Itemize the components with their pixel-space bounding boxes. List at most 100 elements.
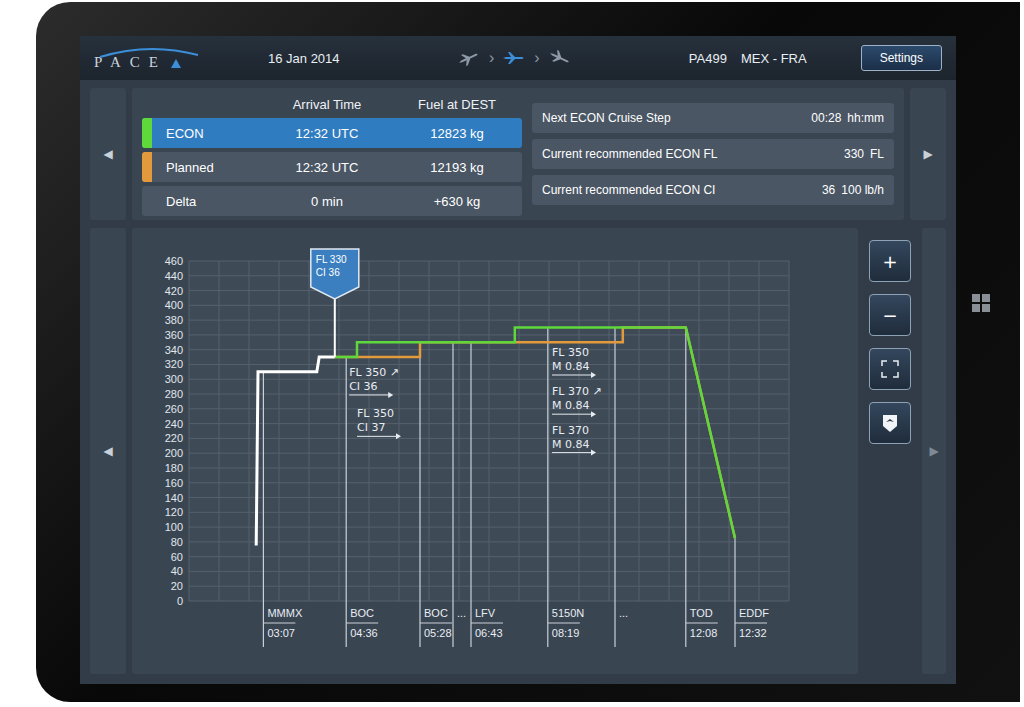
waypoint-time: 08:19 bbox=[552, 627, 580, 639]
column-header: Fuel at DEST bbox=[392, 97, 522, 112]
climb-plane-icon[interactable] bbox=[455, 48, 483, 68]
stage: PACE 16 Jan 2014 ›› PA499 MEX - FRA Sett… bbox=[0, 0, 1024, 707]
waypoint-name: TOD bbox=[690, 607, 713, 619]
summary-row[interactable]: Planned 12:32 UTC 12193 kg bbox=[142, 152, 522, 182]
flight-number: PA499 bbox=[689, 51, 727, 66]
summary-row[interactable]: Delta 0 min +630 kg bbox=[142, 186, 522, 216]
row-label: ECON bbox=[142, 118, 262, 148]
current-position-callout[interactable]: FL 330CI 36 bbox=[311, 249, 359, 357]
chart-next-button[interactable]: ▶ bbox=[922, 228, 946, 674]
y-tick: 420 bbox=[165, 285, 183, 297]
row-marker bbox=[142, 152, 152, 182]
y-tick: 200 bbox=[165, 447, 183, 459]
grid-line bbox=[249, 261, 250, 601]
grid-line bbox=[189, 261, 190, 601]
zoom-out-button[interactable]: − bbox=[869, 294, 911, 336]
waypoint-name: EDDF bbox=[739, 607, 769, 619]
info-value: 00:28hh:mm bbox=[811, 111, 884, 125]
step-annotation: FL 350 ↗CI 36 bbox=[349, 366, 399, 398]
info-row: Next ECON Cruise Step 00:28hh:mm bbox=[532, 103, 894, 133]
phase-separator: › bbox=[489, 49, 494, 67]
annotation-text: M 0.84 bbox=[552, 399, 589, 412]
annotation-text: CI 36 bbox=[349, 380, 377, 393]
windows-logo-icon[interactable] bbox=[972, 294, 990, 312]
arrow-icon bbox=[552, 375, 592, 376]
arrow-icon bbox=[357, 436, 397, 437]
fuel-at-dest: 12193 kg bbox=[392, 152, 522, 182]
waypoint-time: 12:32 bbox=[739, 627, 767, 639]
grid-line bbox=[489, 261, 490, 601]
waypoint[interactable]: MMMX03:07 bbox=[263, 372, 302, 647]
planned-profile-line bbox=[335, 328, 735, 539]
y-tick: 240 bbox=[165, 418, 183, 430]
waypoint-name: 5150N bbox=[552, 607, 584, 619]
info-row: Current recommended ECON CI 36100 lb/h bbox=[532, 175, 894, 205]
waypoint-name: ... bbox=[619, 607, 628, 619]
column-header: Arrival Time bbox=[262, 97, 392, 112]
fit-frame-icon bbox=[881, 360, 899, 378]
arrow-icon bbox=[552, 414, 592, 415]
route: MEX - FRA bbox=[741, 51, 807, 66]
logo-swoosh-icon bbox=[94, 46, 204, 58]
y-tick: 160 bbox=[165, 477, 183, 489]
summary-prev-button[interactable]: ◀ bbox=[90, 88, 126, 220]
row-label: Planned bbox=[142, 152, 262, 182]
step-annotation: FL 370M 0.84 bbox=[552, 424, 596, 456]
zoom-in-button[interactable]: + bbox=[869, 240, 911, 282]
y-tick: 340 bbox=[165, 344, 183, 356]
logo: PACE bbox=[94, 46, 214, 71]
fit-button[interactable] bbox=[869, 348, 911, 390]
waypoint[interactable]: TOD12:08 bbox=[686, 328, 718, 647]
grid-line bbox=[789, 261, 790, 601]
y-tick: 140 bbox=[165, 492, 183, 504]
grid-line bbox=[429, 261, 430, 601]
annotation-text: FL 350 bbox=[552, 346, 589, 359]
info-row: Current recommended ECON FL 330FL bbox=[532, 139, 894, 169]
export-icon bbox=[880, 413, 900, 433]
grid-line bbox=[669, 261, 670, 601]
waypoint[interactable]: BOC04:36 bbox=[346, 357, 378, 647]
waypoint[interactable]: BOC05:28 bbox=[420, 342, 452, 647]
y-tick: 40 bbox=[171, 565, 183, 577]
annotation-text: M 0.84 bbox=[552, 360, 589, 373]
summary-header: Arrival TimeFuel at DEST bbox=[142, 94, 522, 114]
econ-profile-line bbox=[335, 328, 735, 539]
flight-phases: ›› bbox=[455, 48, 574, 68]
summary-next-button[interactable]: ▶ bbox=[910, 88, 946, 220]
chart-panel: ◀ 46044042040038036034032030028026024022… bbox=[90, 228, 946, 674]
row-marker bbox=[142, 118, 152, 148]
y-tick: 380 bbox=[165, 314, 183, 326]
y-tick: 440 bbox=[165, 270, 183, 282]
summary-table: Arrival TimeFuel at DEST ECON 12:32 UTC … bbox=[142, 94, 522, 214]
row-label: Delta bbox=[142, 186, 262, 216]
arrow-icon bbox=[349, 394, 389, 395]
y-tick: 0 bbox=[177, 595, 183, 607]
grid-line bbox=[759, 261, 760, 601]
grid-line bbox=[399, 261, 400, 601]
grid-line bbox=[219, 261, 220, 601]
cruise-plane-icon[interactable] bbox=[500, 48, 528, 68]
phase-separator: › bbox=[534, 49, 539, 67]
waypoint[interactable]: ... bbox=[615, 328, 628, 647]
chart-prev-button[interactable]: ◀ bbox=[90, 228, 126, 674]
waypoint[interactable]: ... bbox=[453, 342, 466, 647]
flown-profile-line bbox=[256, 357, 335, 545]
settings-button[interactable]: Settings bbox=[861, 45, 942, 71]
waypoint[interactable]: LFV06:43 bbox=[471, 342, 503, 647]
waypoint-name: BOC bbox=[424, 607, 448, 619]
summary-row[interactable]: ECON 12:32 UTC 12823 kg bbox=[142, 118, 522, 148]
waypoint[interactable]: EDDF 12:32 bbox=[735, 538, 769, 647]
y-tick: 120 bbox=[165, 506, 183, 518]
recommendations: Next ECON Cruise Step 00:28hh:mm Current … bbox=[532, 94, 894, 214]
export-button[interactable] bbox=[869, 402, 911, 444]
grid-line bbox=[729, 261, 730, 601]
y-tick: 460 bbox=[165, 255, 183, 267]
profile-chart: 4604404204003803603403203002802602402202… bbox=[132, 228, 858, 674]
annotation-text: M 0.84 bbox=[552, 438, 589, 451]
arrow-icon bbox=[552, 452, 592, 453]
grid-line bbox=[639, 261, 640, 601]
profile-chart-canvas[interactable]: 4604404204003803603403203002802602402202… bbox=[145, 241, 845, 661]
grid-line bbox=[609, 261, 610, 601]
y-tick: 400 bbox=[165, 299, 183, 311]
descent-plane-icon[interactable] bbox=[546, 48, 574, 68]
